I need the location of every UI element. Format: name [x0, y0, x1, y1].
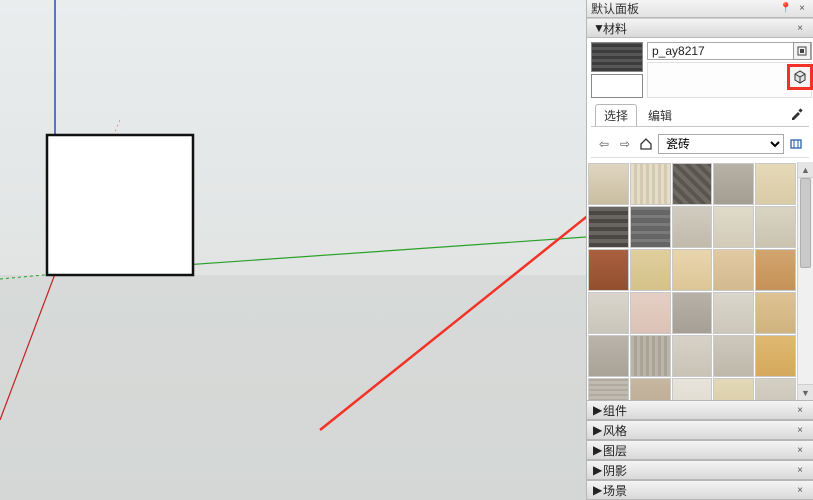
material-tile[interactable]	[588, 249, 629, 291]
material-tile[interactable]	[755, 335, 796, 377]
material-preview	[591, 42, 643, 98]
section-materials-label: 材料	[603, 20, 791, 37]
materials-tabs: 选择 编辑	[591, 102, 809, 127]
pin-icon[interactable]: 📍	[779, 2, 793, 16]
material-tile[interactable]	[588, 292, 629, 334]
material-tile[interactable]	[672, 249, 713, 291]
section-components-header[interactable]: ▶ 组件 ×	[587, 400, 813, 420]
material-tile[interactable]	[755, 249, 796, 291]
name-menu-button[interactable]	[793, 42, 811, 60]
default-material-swatch[interactable]	[591, 74, 643, 98]
tab-edit[interactable]: 编辑	[639, 104, 681, 126]
expand-icon: ▶	[593, 443, 603, 457]
material-tile[interactable]	[713, 378, 754, 400]
scroll-down-button[interactable]: ▼	[798, 384, 813, 400]
section-close-icon[interactable]: ×	[793, 483, 807, 497]
close-icon[interactable]: ×	[795, 2, 809, 16]
section-close-icon[interactable]: ×	[793, 423, 807, 437]
library-icon	[789, 137, 803, 151]
section-materials-header[interactable]: ▼ 材料 ×	[587, 18, 813, 38]
material-tile[interactable]	[672, 292, 713, 334]
collapsed-sections: ▶ 组件 × ▶ 风格 × ▶ 图层 × ▶ 阴影 × ▶ 场景	[587, 400, 813, 500]
material-tile[interactable]	[630, 378, 671, 400]
material-tile[interactable]	[630, 292, 671, 334]
material-tile[interactable]	[588, 378, 629, 400]
material-tile[interactable]	[588, 206, 629, 248]
axis-red	[0, 274, 55, 420]
section-components-label: 组件	[603, 402, 791, 419]
section-styles-header[interactable]: ▶ 风格 ×	[587, 420, 813, 440]
3d-viewport[interactable]	[0, 0, 586, 500]
tray-panel: 默认面板 📍 × ▼ 材料 ×	[586, 0, 813, 500]
section-close-icon[interactable]: ×	[793, 443, 807, 457]
section-styles-label: 风格	[603, 422, 791, 439]
material-tile[interactable]	[755, 378, 796, 400]
expand-icon: ▶	[593, 423, 603, 437]
model-face[interactable]	[47, 135, 193, 275]
tray-titlebar[interactable]: 默认面板 📍 ×	[587, 0, 813, 18]
material-tile[interactable]	[630, 206, 671, 248]
material-tile[interactable]	[630, 249, 671, 291]
expand-icon: ▶	[593, 403, 603, 417]
material-tile[interactable]	[588, 335, 629, 377]
new-material-icon	[792, 69, 808, 85]
section-scenes-label: 场景	[603, 482, 791, 499]
collapse-icon: ▼	[593, 21, 603, 35]
home-icon	[639, 137, 653, 151]
section-layers-label: 图层	[603, 442, 791, 459]
library-menu-button[interactable]	[787, 135, 805, 153]
section-close-icon[interactable]: ×	[793, 403, 807, 417]
section-layers-header[interactable]: ▶ 图层 ×	[587, 440, 813, 460]
material-tile[interactable]	[713, 249, 754, 291]
annotation-arrow	[320, 78, 586, 430]
material-tile[interactable]	[588, 163, 629, 205]
create-material-button[interactable]	[787, 64, 813, 90]
scroll-track[interactable]	[798, 178, 813, 384]
expand-icon: ▶	[593, 463, 603, 477]
material-tile[interactable]	[672, 378, 713, 400]
material-name-input[interactable]	[647, 42, 812, 60]
material-tile[interactable]	[713, 292, 754, 334]
expand-icon: ▶	[593, 483, 603, 497]
materials-grid-wrap: ▲ ▼	[587, 162, 813, 400]
section-scenes-header[interactable]: ▶ 场景 ×	[587, 480, 813, 500]
category-select[interactable]: 瓷砖	[658, 134, 784, 154]
material-tile[interactable]	[630, 163, 671, 205]
material-tile[interactable]	[755, 292, 796, 334]
nav-back-button[interactable]: ⇦	[595, 135, 613, 153]
section-close-icon[interactable]: ×	[793, 463, 807, 477]
nav-home-button[interactable]	[637, 135, 655, 153]
material-tile[interactable]	[755, 163, 796, 205]
material-tile[interactable]	[672, 163, 713, 205]
eyedropper-icon[interactable]	[789, 107, 805, 123]
current-material-swatch[interactable]	[591, 42, 643, 72]
scroll-up-button[interactable]: ▲	[798, 162, 813, 178]
nav-forward-button[interactable]: ⇨	[616, 135, 634, 153]
tray-title: 默认面板	[591, 0, 777, 17]
material-tile[interactable]	[713, 206, 754, 248]
materials-grid	[587, 162, 797, 400]
materials-nav: ⇦ ⇨ 瓷砖	[591, 131, 809, 158]
materials-scrollbar[interactable]: ▲ ▼	[797, 162, 813, 400]
material-tile[interactable]	[713, 163, 754, 205]
section-shadows-header[interactable]: ▶ 阴影 ×	[587, 460, 813, 480]
material-tile[interactable]	[672, 206, 713, 248]
section-shadows-label: 阴影	[603, 462, 791, 479]
material-tile[interactable]	[630, 335, 671, 377]
materials-body: 选择 编辑 ⇦ ⇨ 瓷砖	[587, 38, 813, 162]
section-close-icon[interactable]: ×	[793, 21, 807, 35]
scroll-thumb[interactable]	[800, 178, 811, 268]
material-tile[interactable]	[672, 335, 713, 377]
material-tile[interactable]	[713, 335, 754, 377]
tab-select[interactable]: 选择	[595, 104, 637, 126]
material-tile[interactable]	[755, 206, 796, 248]
